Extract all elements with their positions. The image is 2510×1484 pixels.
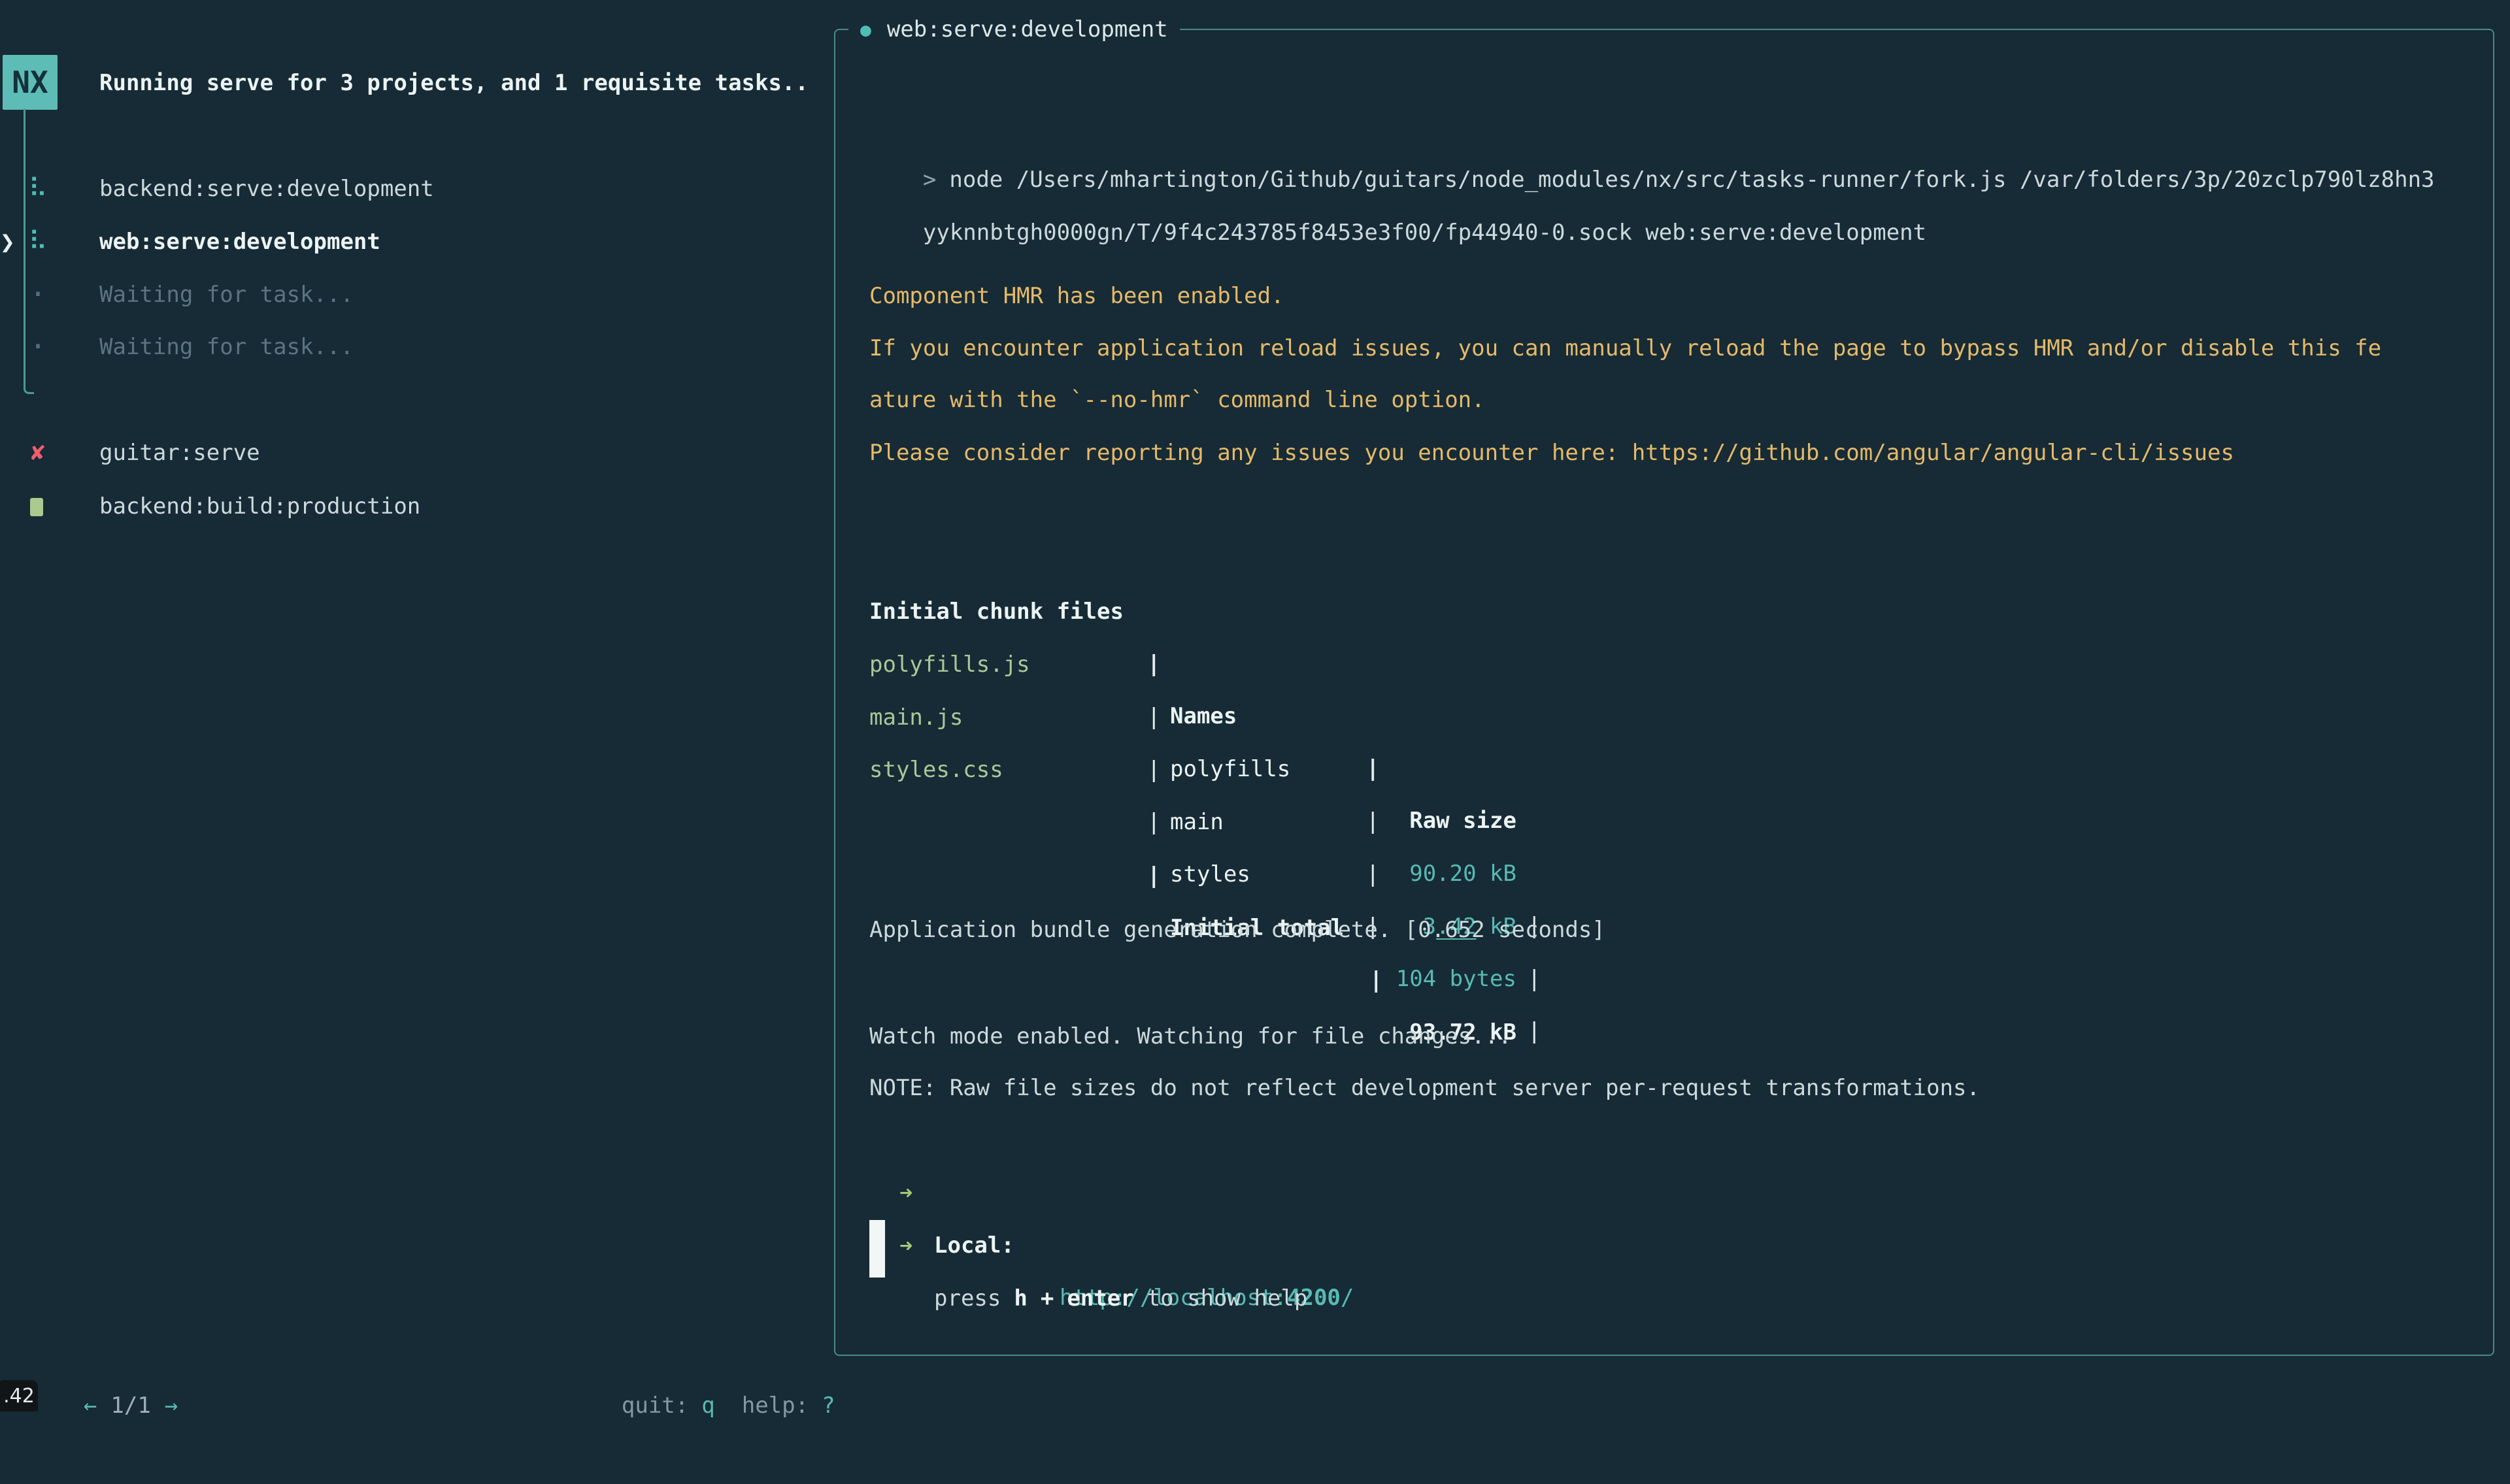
pager-next-icon[interactable]: → [165,1393,178,1419]
success-square-icon [30,498,43,516]
task-row[interactable]: ⠧ backend:serve:development [0,163,54,215]
plus-sign: + [1041,1285,1054,1311]
hmr-message: ature with the `--no-hmr` command line o… [869,374,1485,426]
command-line-wrap: yyknnbtgh0000gn/T/9f4c243785f8453e3f00/f… [869,154,1926,206]
column-separator: | [1366,795,1379,848]
hmr-message: If you encounter application reload issu… [869,322,2381,374]
task-row-failed[interactable]: ✘ guitar:serve [0,427,54,479]
column-separator: | [1147,744,1160,796]
task-row-selected[interactable]: ⠧ web:serve:development [0,216,54,268]
chunk-size: 104 bytes [1380,953,1516,1005]
waiting-dot-icon: · [27,321,48,373]
task-row-success[interactable]: backend:build:production [0,480,54,533]
task-label: Waiting for task... [99,321,354,373]
column-separator: | [1366,848,1379,900]
key-enter: enter [1067,1285,1133,1311]
panel-title-text: web:serve:development [887,16,1168,42]
help-hint-text: pressh+enterto show help [934,1272,1307,1325]
column-separator: | [1528,953,1541,1005]
quit-hint-label: quit: [622,1393,688,1419]
chunk-table-row: main.js | main | 3.42 kB | [869,639,923,691]
command-line: >node /Users/mhartington/Github/guitars/… [869,101,2435,154]
col-names-header: Names [1170,690,1237,742]
arrow-right-icon: ➜ [899,1220,912,1272]
chunk-table-row: polyfills.js | polyfills | 90.20 kB | [869,586,923,638]
panel-title: ● web:serve:development [848,3,1180,56]
task-row[interactable]: · Waiting for task... [0,269,54,321]
task-label: backend:serve:development [99,163,434,215]
col-rawsize-header: Raw size [1380,795,1516,847]
help-hint-label: help: [742,1393,809,1419]
chunk-name: main [1170,796,1224,848]
spinner-icon: ⠧ [27,216,48,268]
help-hint-line: ➜ pressh+enterto show help [869,1168,923,1220]
nx-logo-badge: NX [3,55,58,110]
watch-mode-message: Watch mode enabled. Watching for file ch… [869,1010,1512,1063]
pager: ←1/1→ [30,1327,178,1379]
note-message: NOTE: Raw file sizes do not reflect deve… [869,1062,1980,1114]
corner-tooltip-overlay: .42 [0,1380,38,1411]
chunk-table-header: Initial chunk files | Names | Raw size [869,533,923,585]
task-label: web:serve:development [99,216,380,268]
command-text: yyknnbtgh0000gn/T/9f4c243785f8453e3f00/f… [923,220,1926,246]
terminal-output: >node /Users/mhartington/Github/guitars/… [869,0,2438,1411]
column-separator: | [1147,638,1160,690]
local-server-line: ➜ Local: http://localhost:4200/ [869,1115,923,1167]
chunk-size: 90.20 kB [1380,848,1516,900]
terminal-cursor[interactable] [869,1220,885,1278]
nx-terminal-app: { "colors": { "background": "#162b35", "… [0,0,2510,1411]
pager-label: 1/1 [110,1393,150,1419]
chunk-table-total-row: | Initial total | 93.72 kB [869,797,923,849]
task-label: guitar:serve [99,427,260,479]
chunk-file: styles.css [869,744,1003,796]
chunk-name: polyfills [1170,743,1290,795]
pager-prev-icon[interactable]: ← [84,1393,97,1419]
task-row[interactable]: · Waiting for task... [0,321,54,373]
bundle-complete-message: Application bundle generation complete. … [869,904,1605,956]
column-separator: | [1147,691,1160,743]
quit-key: q [701,1393,714,1419]
column-separator: | [1147,796,1160,848]
sidebar-title: Running serve for 3 projects, and 1 requ… [99,57,809,109]
column-separator: | [1528,1005,1541,1057]
column-separator: | [1369,954,1382,1006]
overlay-text: .42 [3,1385,35,1408]
column-separator: | [1366,742,1379,795]
task-label: backend:build:production [99,480,420,533]
hmr-message: Please consider reporting any issues you… [869,427,2234,479]
help-key: ? [822,1393,835,1419]
chunk-name: styles [1170,848,1250,900]
running-bullet-icon: ● [860,19,871,41]
chunk-table-row: styles.css | styles | 104 bytes | [869,691,923,744]
key-h: h [1014,1285,1027,1311]
task-label: Waiting for task... [99,269,354,321]
waiting-dot-icon: · [27,269,48,321]
local-label: Local: [934,1219,1014,1272]
hmr-message: Component HMR has been enabled. [869,270,1284,322]
spinner-icon: ⠧ [27,163,48,215]
column-separator: | [1147,849,1160,902]
keyboard-hints: quit:qhelp:? [568,1327,835,1379]
failed-x-icon: ✘ [27,427,48,479]
